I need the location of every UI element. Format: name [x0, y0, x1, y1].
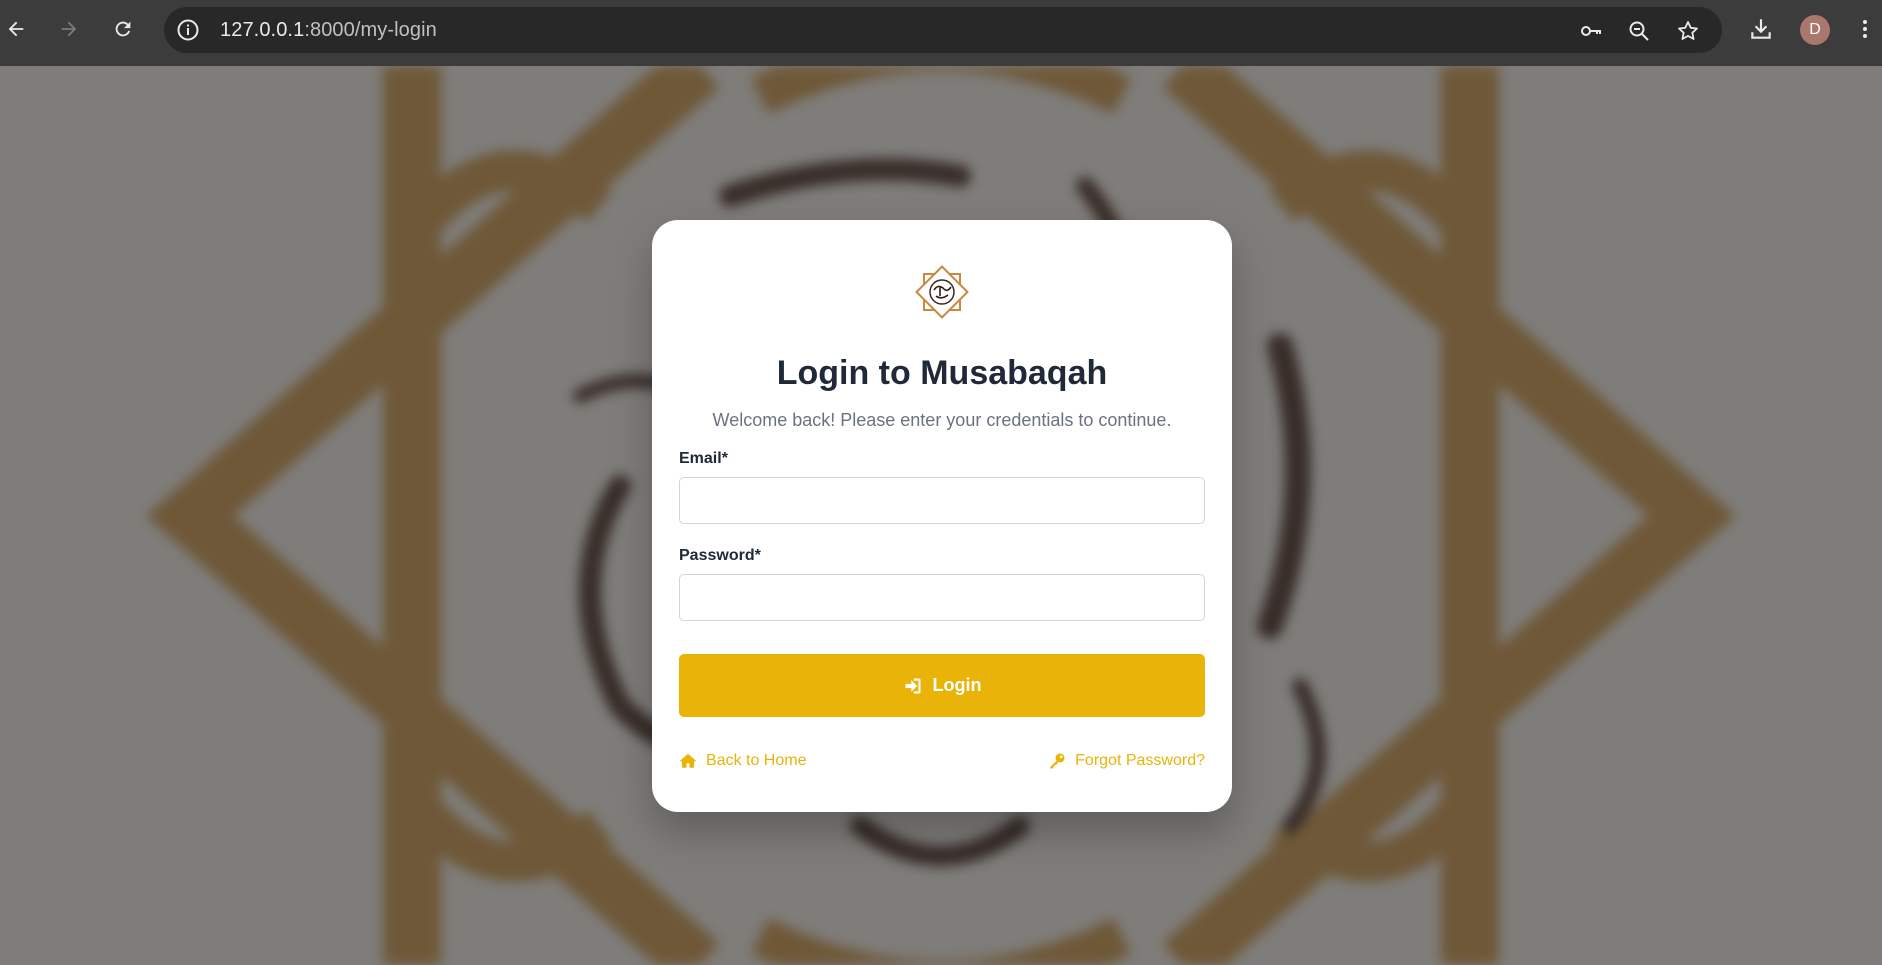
back-to-home-label: Back to Home — [706, 752, 807, 769]
forward-button[interactable] — [53, 13, 85, 45]
zoom-button[interactable] — [1626, 18, 1652, 44]
sign-in-icon — [905, 678, 920, 693]
reload-icon — [115, 21, 131, 37]
bookmark-button[interactable] — [1675, 18, 1701, 44]
forgot-password-link[interactable]: Forgot Password? — [1048, 752, 1205, 770]
url-path: :8000/my-login — [304, 19, 437, 41]
page-viewport: Login to Musabaqah Welcome back! Please … — [0, 66, 1882, 965]
browser-menu-button[interactable] — [1853, 14, 1877, 44]
zoom-out-icon — [1629, 21, 1649, 41]
reload-button[interactable] — [107, 13, 139, 45]
downloads-button[interactable] — [1746, 14, 1776, 44]
password-label: Password* — [679, 547, 761, 564]
home-icon — [680, 753, 696, 768]
key-icon — [1581, 26, 1601, 36]
info-icon — [177, 19, 199, 41]
login-button[interactable]: Login — [679, 654, 1205, 717]
site-info-button[interactable] — [176, 18, 200, 42]
page-subtitle: Welcome back! Please enter your credenti… — [712, 410, 1172, 430]
key-icon — [1050, 753, 1065, 769]
email-field[interactable] — [679, 477, 1205, 524]
browser-toolbar: 127.0.0.1:8000/my-login D — [0, 0, 1882, 66]
url-text[interactable]: 127.0.0.1:8000/my-login — [220, 19, 437, 42]
password-field[interactable] — [679, 574, 1205, 621]
login-button-label: Login — [932, 675, 982, 695]
kebab-menu-icon — [1863, 20, 1867, 38]
back-button[interactable] — [0, 13, 32, 45]
login-card: Login to Musabaqah Welcome back! Please … — [652, 220, 1232, 812]
profile-avatar[interactable]: D — [1800, 15, 1830, 45]
musabaqah-logo — [915, 265, 969, 319]
password-manager-button[interactable] — [1578, 18, 1604, 44]
email-label: Email* — [679, 450, 728, 467]
page-title: Login to Musabaqah — [776, 354, 1108, 392]
forgot-password-label: Forgot Password? — [1075, 752, 1205, 769]
arrow-left-icon — [8, 21, 24, 37]
address-bar[interactable]: 127.0.0.1:8000/my-login — [164, 7, 1722, 53]
download-icon — [1751, 19, 1771, 39]
star-icon — [1678, 21, 1698, 40]
url-host: 127.0.0.1 — [220, 19, 305, 41]
back-to-home-link[interactable]: Back to Home — [679, 752, 806, 770]
arrow-right-icon — [61, 21, 77, 37]
